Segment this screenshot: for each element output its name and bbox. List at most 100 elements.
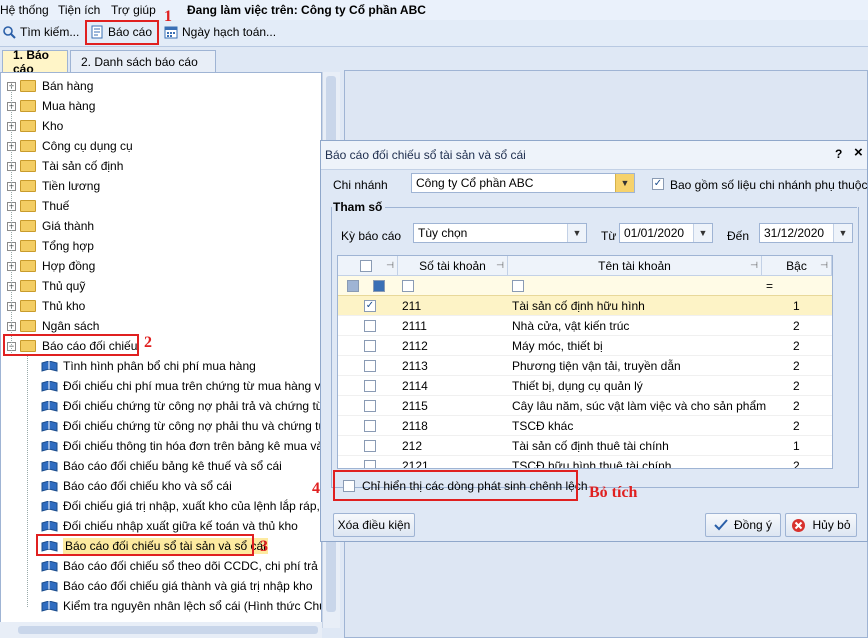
tree-report-item[interactable]: Đối chiếu thông tin hóa đơn trên bảng kê… — [41, 436, 321, 456]
row-checkbox[interactable] — [364, 340, 376, 352]
tree-folder[interactable]: + Kho — [7, 116, 63, 136]
branch-select[interactable]: Công ty Cổ phần ABC ▼ — [411, 173, 635, 193]
tree-report-label: Đối chiếu nhập xuất giữa kế toán và thủ … — [63, 519, 298, 533]
help-button[interactable]: ? — [835, 147, 842, 161]
pin-icon: ⊣ — [386, 260, 394, 270]
tree-folder[interactable]: + Ngân sách — [7, 316, 99, 336]
cancel-label: Hủy bỏ — [812, 518, 851, 532]
folder-icon — [20, 140, 36, 152]
tree-report-label: Đối chiếu chứng từ công nợ phải thu và c… — [63, 419, 322, 433]
table-row[interactable]: 2115 Cây lâu năm, súc vật làm việc và cho… — [338, 396, 832, 416]
report-book-icon — [41, 420, 58, 432]
tree-folder[interactable]: + Tiền lương — [7, 176, 100, 196]
tree-report-item[interactable]: Báo cáo đối chiếu bảng kê thuế và sổ cái — [41, 456, 282, 476]
tree-report-item[interactable]: Đối chiếu chi phí mua trên chứng từ mua … — [41, 376, 321, 396]
table-row[interactable]: 2118 TSCĐ khác 2 — [338, 416, 832, 436]
tree-horizontal-scrollbar[interactable] — [0, 622, 322, 638]
cancel-button[interactable]: Hủy bỏ — [785, 513, 857, 537]
account-level: 1 — [793, 439, 800, 453]
tree-report-item[interactable]: Đối chiếu giá trị nhập, xuất kho của lện… — [41, 496, 321, 516]
table-row[interactable]: 2113 Phương tiện vận tải, truyền dẫn 2 — [338, 356, 832, 376]
report-book-icon — [41, 580, 58, 592]
account-level: 2 — [793, 319, 800, 333]
branch-value: Công ty Cổ phần ABC — [416, 176, 534, 190]
accounting-date-button[interactable]: Ngày hạch toán... — [164, 23, 276, 41]
tab-report-list[interactable]: 2. Danh sách báo cáo — [70, 50, 216, 72]
dialog-title: Báo cáo đối chiếu sổ tài sản và sổ cái — [325, 148, 526, 162]
tree-folder-label: Ngân sách — [42, 319, 100, 333]
menu-help[interactable]: Trợ giúp — [111, 3, 156, 17]
filter-equals[interactable]: = — [766, 279, 773, 293]
account-code: 2114 — [402, 379, 428, 393]
filter-icon[interactable] — [512, 280, 524, 292]
close-button[interactable]: × — [854, 144, 863, 161]
table-row[interactable]: 2114 Thiết bị, dụng cụ quản lý 2 — [338, 376, 832, 396]
tree-report-item[interactable]: Đối chiếu nhập xuất giữa kế toán và thủ … — [41, 516, 298, 536]
filter-icon[interactable] — [347, 280, 359, 292]
column-account-name[interactable]: Tên tài khoản ⊣ — [508, 256, 762, 276]
tree-report-item[interactable]: Đối chiếu chứng từ công nợ phải thu và c… — [41, 416, 322, 436]
tree-folder[interactable]: + Thuế — [7, 196, 69, 216]
branch-label: Chi nhánh — [333, 178, 388, 192]
menu-system[interactable]: Hệ thống — [0, 3, 49, 17]
clear-conditions-button[interactable]: Xóa điều kiện — [333, 513, 415, 537]
table-row[interactable]: 212 Tài sản cố định thuê tài chính 1 — [338, 436, 832, 456]
account-level: 2 — [793, 359, 800, 373]
tab-reports[interactable]: 1. Báo cáo — [2, 48, 68, 76]
search-icon — [3, 26, 16, 39]
tree-folder-label: Thủ quỹ — [42, 279, 86, 293]
folder-icon — [20, 220, 36, 232]
tree-folder-label: Tài sản cố định — [42, 159, 124, 173]
tree-report-item[interactable]: Báo cáo đối chiếu sổ theo dõi CCDC, chi … — [41, 556, 321, 576]
tree-report-item[interactable]: Tình hình phân bổ chi phí mua hàng — [41, 356, 256, 376]
tree-folder[interactable]: + Hợp đồng — [7, 256, 95, 276]
tree-folder[interactable]: + Tổng hợp — [7, 236, 94, 256]
table-row[interactable]: 2112 Máy móc, thiết bị 2 — [338, 336, 832, 356]
column-level[interactable]: Bậc ⊣ — [762, 256, 832, 276]
row-checkbox[interactable] — [364, 320, 376, 332]
filter-icon[interactable] — [373, 280, 385, 292]
table-row[interactable]: 2121 TSCĐ hữu hình thuê tài chính 2 — [338, 456, 832, 468]
ok-button[interactable]: Đồng ý — [705, 513, 781, 537]
menu-utilities[interactable]: Tiện ích — [58, 3, 100, 17]
period-label: Kỳ báo cáo — [341, 229, 402, 243]
account-code: 212 — [402, 439, 423, 453]
tree-folder[interactable]: + Thủ kho — [7, 296, 85, 316]
tree-report-item[interactable]: Báo cáo đối chiếu giá thành và giá trị n… — [41, 576, 313, 596]
tree-folder[interactable]: + Bán hàng — [7, 76, 93, 96]
select-all-checkbox[interactable] — [360, 260, 372, 272]
table-row[interactable]: ✓ 211 Tài sản cố định hữu hình 1 — [338, 296, 832, 316]
from-date-input[interactable]: 01/01/2020 ▼ — [619, 223, 713, 243]
to-date-input[interactable]: 31/12/2020 ▼ — [759, 223, 853, 243]
report-book-icon — [41, 600, 58, 612]
search-button[interactable]: Tìm kiếm... — [2, 23, 79, 41]
row-checkbox[interactable] — [364, 400, 376, 412]
filter-row: = — [338, 276, 832, 296]
row-checkbox[interactable]: ✓ — [364, 300, 376, 312]
filter-icon[interactable] — [402, 280, 414, 292]
account-code: 2118 — [402, 419, 428, 433]
tree-report-item[interactable]: Báo cáo đối chiếu kho và sổ cái — [41, 476, 232, 496]
tree-folder[interactable]: + Tài sản cố định — [7, 156, 123, 176]
row-checkbox[interactable] — [364, 460, 376, 468]
account-level: 2 — [793, 339, 800, 353]
working-company: Đang làm việc trên: Công ty Cổ phần ABC — [187, 3, 426, 17]
row-checkbox[interactable] — [364, 360, 376, 372]
period-select[interactable]: Tùy chọn ▼ — [413, 223, 587, 243]
column-account-code[interactable]: Số tài khoản ⊣ — [398, 256, 508, 276]
row-checkbox[interactable] — [364, 420, 376, 432]
account-name: Tài sản cố định thuê tài chính — [512, 439, 669, 453]
include-branches-checkbox[interactable]: ✓ — [652, 178, 664, 190]
tree-report-item[interactable]: Đối chiếu chứng từ công nợ phải trả và c… — [41, 396, 321, 416]
table-row[interactable]: 2111 Nhà cửa, vật kiến trúc 2 — [338, 316, 832, 336]
tree-report-label: Báo cáo đối chiếu kho và sổ cái — [63, 479, 232, 493]
folder-icon — [20, 200, 36, 212]
tree-report-item[interactable]: Kiểm tra nguyên nhân lệch sổ cái (Hình t… — [41, 596, 321, 616]
tree-folder[interactable]: + Mua hàng — [7, 96, 95, 116]
account-code: 2113 — [402, 359, 428, 373]
row-checkbox[interactable] — [364, 440, 376, 452]
tree-folder[interactable]: + Thủ quỹ — [7, 276, 85, 296]
tree-folder[interactable]: + Công cụ dụng cụ — [7, 136, 133, 156]
tree-folder[interactable]: + Giá thành — [7, 216, 94, 236]
row-checkbox[interactable] — [364, 380, 376, 392]
